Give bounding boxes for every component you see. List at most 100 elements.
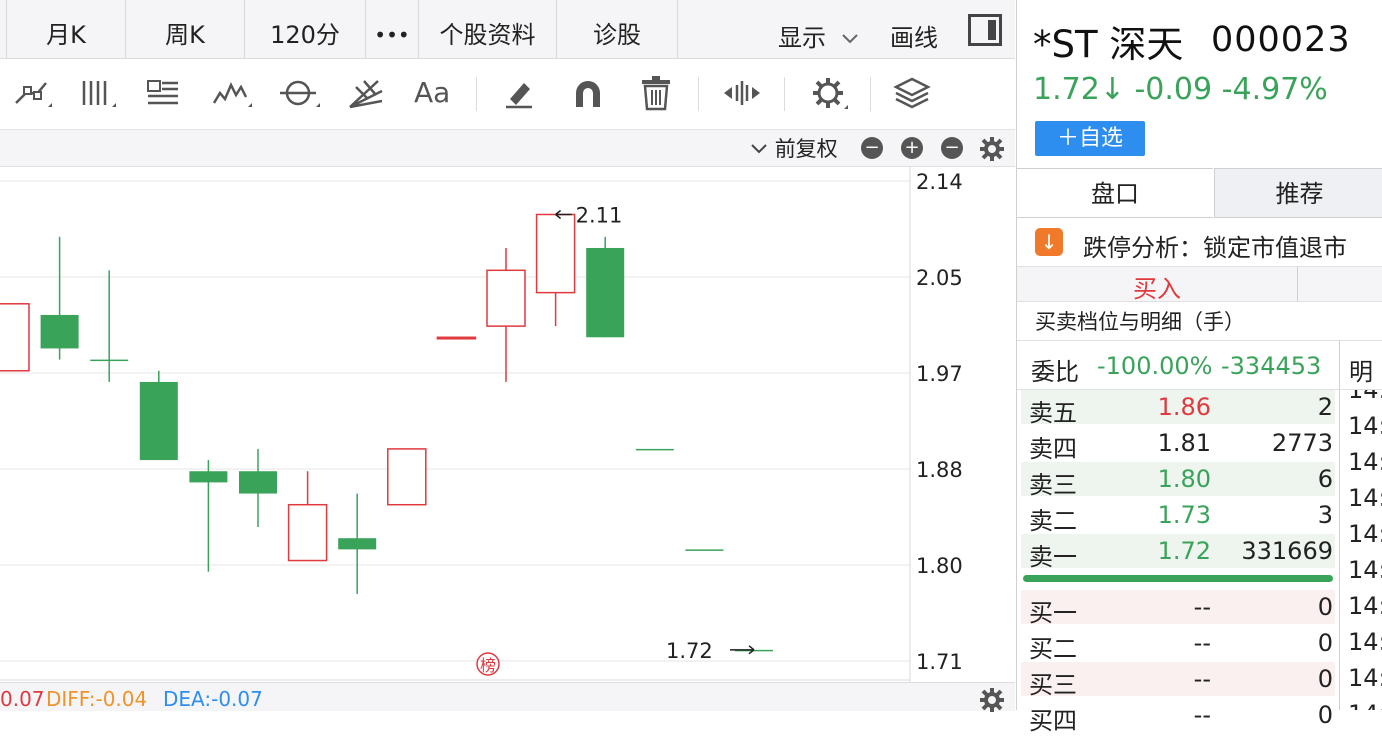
orderbook-row[interactable]: 卖二 1.73 3 <box>1021 498 1335 535</box>
chevron-down-icon <box>841 34 858 44</box>
zoom-in-button[interactable]: + <box>901 137 923 159</box>
gear-icon[interactable] <box>978 135 1006 163</box>
level-price: 1.81 <box>1157 429 1211 457</box>
tab-recommend[interactable]: 推荐 <box>1214 168 1382 218</box>
orderbook-row[interactable]: 买四 -- 0 <box>1021 698 1335 735</box>
limit-down-text: 跌停分析：锁定市值退市 <box>1083 234 1347 262</box>
magnet-tool-icon[interactable] <box>566 73 610 113</box>
candle-body <box>90 359 129 362</box>
level-label: 卖三 <box>1029 471 1077 499</box>
trade-time: 14: <box>1348 448 1382 476</box>
more-tabs-button[interactable]: ••• <box>366 0 419 58</box>
trade-time: 14: <box>1348 664 1382 692</box>
display-dropdown[interactable]: 显示 <box>778 18 860 53</box>
tab-pankou[interactable]: 盘口 <box>1017 168 1213 218</box>
trade-time: 14: <box>1348 390 1382 404</box>
split-tool-icon[interactable] <box>720 73 764 113</box>
bid-ask-divider <box>1023 575 1333 582</box>
level-label: 买四 <box>1029 707 1077 735</box>
panel-toggle-icon[interactable] <box>968 14 1002 46</box>
chevron-down-icon <box>751 144 767 154</box>
tab-diagnose[interactable]: 诊股 <box>557 0 678 58</box>
level-label: 卖四 <box>1029 435 1077 463</box>
divider <box>1339 341 1340 389</box>
candle[interactable] <box>189 460 228 572</box>
level-price: 1.80 <box>1157 465 1211 493</box>
candlestick-chart[interactable]: 2.14 2.05 1.97 1.88 1.80 1.71 2.11 1.72 榜 <box>0 167 1015 682</box>
level-price: 1.86 <box>1157 393 1211 421</box>
cycle-tool-icon[interactable] <box>276 73 320 113</box>
shrink-button[interactable]: − <box>941 137 963 159</box>
detail-tab[interactable]: 明 <box>1349 352 1373 387</box>
y-tick-label: 2.14 <box>916 170 963 194</box>
order-ratio-row: 委比 -100.00% -334453 明 <box>1017 340 1382 390</box>
delete-tool-icon[interactable] <box>634 73 678 113</box>
candle[interactable] <box>338 493 377 595</box>
gear-icon[interactable] <box>979 687 1005 713</box>
min-arrow <box>730 645 755 655</box>
y-tick-label: 1.97 <box>916 362 963 386</box>
price-change-pct: -4.97% <box>1221 72 1328 107</box>
add-favorite-button[interactable]: ＋自选 <box>1035 121 1145 156</box>
orderbook-row[interactable]: 卖四 1.81 2773 <box>1021 426 1335 463</box>
level-price: -- <box>1193 701 1211 729</box>
candle[interactable] <box>436 336 477 340</box>
candle-body <box>387 448 427 506</box>
candle-body <box>287 503 328 562</box>
buy-button[interactable]: 买入 <box>1017 269 1297 304</box>
trade-time: 14: <box>1348 484 1382 512</box>
orderbook-row[interactable]: 买三 -- 0 <box>1021 662 1335 699</box>
tab-120min[interactable]: 120分 <box>245 0 366 58</box>
limit-down-analysis[interactable]: ↓ 跌停分析：锁定市值退市 <box>1017 218 1382 267</box>
trend-line-tool-icon[interactable] <box>10 73 54 113</box>
candle[interactable] <box>239 448 277 528</box>
rank-badge-icon[interactable]: 榜 <box>476 652 500 676</box>
candle[interactable] <box>486 247 526 382</box>
chart-grid <box>0 167 911 682</box>
candle-body <box>635 448 674 451</box>
zoom-out-button[interactable]: − <box>861 137 883 159</box>
gear-icon[interactable] <box>806 73 850 113</box>
layers-icon[interactable] <box>890 73 934 113</box>
vertical-lines-tool-icon[interactable] <box>76 73 120 113</box>
orderbook-row[interactable]: 卖三 1.80 6 <box>1021 462 1335 499</box>
tab-week-k[interactable]: 周K <box>126 0 245 58</box>
candle-body <box>189 471 228 483</box>
adjust-label: 前复权 <box>774 137 838 161</box>
candle[interactable] <box>535 213 576 327</box>
text-lines-tool-icon[interactable] <box>140 73 184 113</box>
buy-bar: 买入 <box>1017 267 1382 304</box>
candle[interactable] <box>387 448 427 506</box>
candle[interactable] <box>40 236 79 360</box>
candle-body <box>535 213 576 294</box>
candle[interactable] <box>685 549 724 551</box>
candle[interactable] <box>90 270 129 382</box>
tab-stock-profile[interactable]: 个股资料 <box>419 0 557 58</box>
text-tool-icon[interactable]: Aa <box>414 73 458 113</box>
candle[interactable] <box>586 236 625 338</box>
trade-time-list[interactable]: 14: 14: 14: 14: 14: 14: 14: 14: 14: 14: <box>1339 390 1382 710</box>
fan-tool-icon[interactable] <box>344 73 388 113</box>
draw-line-button[interactable]: 画线 <box>890 18 938 53</box>
eraser-tool-icon[interactable] <box>498 73 542 113</box>
candle[interactable] <box>287 471 328 562</box>
price-adjust-dropdown[interactable]: 前复权 <box>750 133 838 163</box>
orderbook-row[interactable]: 卖一 1.72 331669 <box>1021 534 1335 571</box>
limit-down-icon: ↓ <box>1035 228 1063 256</box>
level-volume: 3 <box>1317 501 1333 529</box>
orderbook-row[interactable]: 买二 -- 0 <box>1021 626 1335 663</box>
period-tab-bar: 月K 周K 120分 ••• 个股资料 诊股 显示 画线 <box>0 0 1015 59</box>
wave-tool-icon[interactable] <box>210 73 254 113</box>
chart-header: 前复权 − + − <box>0 130 1015 167</box>
orderbook-row[interactable]: 卖五 1.86 2 <box>1021 390 1335 427</box>
candle-body <box>239 471 277 494</box>
y-tick-label: 1.88 <box>916 458 963 482</box>
candle[interactable] <box>635 448 674 451</box>
diff-value: DIFF:-0.04 <box>46 687 148 711</box>
level-volume: 6 <box>1317 465 1333 493</box>
candle[interactable] <box>0 303 30 372</box>
right-panel: *ST 深天 000023 1.72↓ -0.09 -4.97% ＋自选 盘口 … <box>1016 0 1382 735</box>
tab-month-k[interactable]: 月K <box>7 0 126 58</box>
candle[interactable] <box>139 370 178 461</box>
orderbook-row[interactable]: 买一 -- 0 <box>1021 590 1335 627</box>
